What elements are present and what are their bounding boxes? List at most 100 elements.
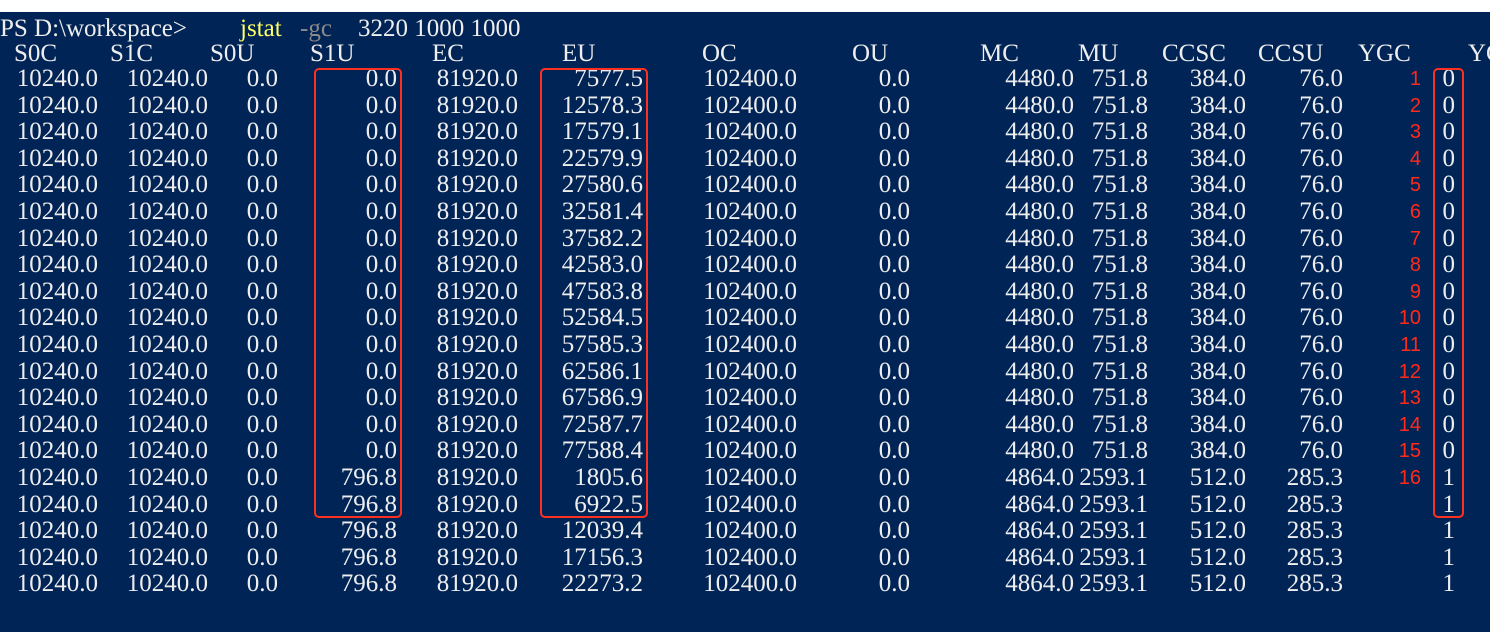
cell-ou: 0.0	[878, 251, 910, 279]
cell-mu: 751.8	[1091, 384, 1148, 412]
cell-ec: 81920.0	[436, 251, 518, 279]
table-row: 10240.0 10240.0 0.0 0.0 81920.0 62586.1 102400…	[0, 357, 1490, 386]
cell-oc: 102400.0	[703, 304, 797, 332]
column-header-yg: YG	[1468, 40, 1490, 67]
cell-mu: 2593.1	[1079, 464, 1148, 491]
cell-oc: 102400.0	[703, 357, 797, 385]
cell-ec: 81920.0	[436, 410, 518, 438]
cell-s0u: 0.0	[246, 464, 278, 491]
cell-ccsc: 384.0	[1189, 251, 1246, 279]
cell-mc: 4864.0	[1005, 517, 1074, 545]
cell-s0c: 10240.0	[16, 144, 98, 172]
column-header-mc: MC	[980, 40, 1019, 67]
cell-ccsu: 76.0	[1299, 437, 1343, 465]
cell-ec: 81920.0	[436, 543, 518, 571]
cell-ec: 81920.0	[436, 118, 518, 146]
cell-ec: 81920.0	[436, 171, 518, 199]
cell-mu: 751.8	[1091, 118, 1148, 146]
cell-ou: 0.0	[878, 224, 910, 252]
cell-s1c: 10240.0	[126, 331, 208, 358]
annotation-number: 11	[1400, 334, 1421, 356]
cell-mc: 4480.0	[1005, 331, 1074, 358]
annotation-number: 7	[1409, 227, 1421, 250]
cell-s1c: 10240.0	[126, 65, 208, 92]
cell-ccsc: 384.0	[1189, 118, 1246, 146]
cell-mc: 4480.0	[1005, 437, 1074, 465]
column-header-s0u: S0U	[210, 40, 255, 67]
cell-s0c: 10240.0	[16, 91, 98, 119]
cell-ccsu: 285.3	[1286, 543, 1343, 571]
cell-s1c: 10240.0	[126, 384, 208, 412]
cell-oc: 102400.0	[703, 543, 797, 571]
cell-oc: 102400.0	[703, 277, 797, 305]
cell-ccsc: 512.0	[1189, 543, 1246, 571]
cell-ou: 0.0	[878, 517, 910, 545]
table-row: 10240.0 10240.0 0.0 0.0 81920.0 57585.3 102400…	[0, 331, 1490, 359]
cell-s0c: 10240.0	[16, 570, 98, 598]
cell-ec: 81920.0	[436, 331, 518, 358]
cell-ec: 81920.0	[436, 198, 518, 225]
cell-eu: 17156.3	[561, 543, 643, 571]
cell-ec: 81920.0	[436, 570, 518, 598]
cell-mu: 2593.1	[1079, 517, 1148, 545]
cell-mu: 751.8	[1091, 198, 1148, 225]
cell-oc: 102400.0	[703, 464, 797, 491]
cell-mc: 4864.0	[1005, 543, 1074, 571]
column-header-mu: MU	[1078, 40, 1119, 67]
cell-ccsc: 384.0	[1189, 224, 1246, 252]
cell-oc: 102400.0	[703, 118, 797, 146]
cell-oc: 102400.0	[703, 517, 797, 545]
annotation-number: 15	[1398, 440, 1421, 463]
column-header-s1u: S1U	[310, 40, 355, 67]
cell-mc: 4864.0	[1005, 570, 1074, 598]
cell-ou: 0.0	[878, 543, 910, 571]
cell-s1c: 10240.0	[126, 118, 208, 146]
cell-ccsu: 76.0	[1299, 224, 1343, 252]
column-header-ygc: YGC	[1358, 40, 1411, 67]
cell-ou: 0.0	[878, 384, 910, 412]
table-row: 10240.0 10240.0 0.0 0.0 81920.0 77588.4 102400…	[0, 438, 1490, 465]
powershell-terminal[interactable]: PS D:\workspace> jstat -gc 3220 1000 100…	[0, 12, 1490, 632]
cell-s1c: 10240.0	[126, 543, 208, 571]
cell-mu: 2593.1	[1079, 543, 1148, 571]
cell-oc: 102400.0	[703, 384, 797, 412]
annotation-number: 2	[1409, 94, 1421, 117]
cell-s0u: 0.0	[246, 331, 278, 358]
table-row: 10240.0 10240.0 0.0 796.8 81920.0 6922.5 10240…	[0, 490, 1490, 519]
column-header-ccsu: CCSU	[1258, 40, 1324, 67]
cell-s0c: 10240.0	[16, 357, 98, 385]
cell-ec: 81920.0	[436, 65, 518, 92]
cell-s1c: 10240.0	[126, 91, 208, 119]
cell-s0u: 0.0	[246, 171, 278, 199]
annotation-number: 14	[1398, 413, 1421, 436]
cell-ec: 81920.0	[436, 464, 518, 491]
cell-ou: 0.0	[878, 118, 910, 146]
cell-mc: 4480.0	[1005, 304, 1074, 332]
cell-ccsc: 384.0	[1189, 198, 1246, 225]
cell-mc: 4480.0	[1005, 277, 1074, 305]
cell-s0u: 0.0	[246, 517, 278, 545]
cell-ccsc: 512.0	[1189, 490, 1246, 518]
cell-s0u: 0.0	[246, 144, 278, 172]
cell-ou: 0.0	[878, 171, 910, 199]
table-row: 10240.0 10240.0 0.0 0.0 81920.0 52584.5 102400…	[0, 305, 1490, 332]
cell-mc: 4480.0	[1005, 357, 1074, 385]
cell-s0c: 10240.0	[16, 171, 98, 199]
cell-s1c: 10240.0	[126, 277, 208, 305]
cell-mu: 2593.1	[1079, 490, 1148, 518]
cell-s0c: 10240.0	[16, 464, 98, 491]
cell-ou: 0.0	[878, 410, 910, 438]
cell-ccsu: 76.0	[1299, 277, 1343, 305]
cell-ccsu: 285.3	[1286, 570, 1343, 598]
annotation-number: 3	[1409, 121, 1421, 144]
cell-oc: 102400.0	[703, 198, 797, 225]
cell-ccsu: 76.0	[1299, 251, 1343, 279]
cell-ccsu: 76.0	[1299, 171, 1343, 199]
cell-mc: 4480.0	[1005, 91, 1074, 119]
table-row: 10240.0 10240.0 0.0 0.0 81920.0 37582.2 102400…	[0, 224, 1490, 253]
cell-s1c: 10240.0	[126, 437, 208, 465]
cell-s0u: 0.0	[246, 118, 278, 146]
annotation-number: 4	[1409, 147, 1421, 170]
table-row: 10240.0 10240.0 0.0 0.0 81920.0 72587.7 102400…	[0, 410, 1490, 439]
table-row: 10240.0 10240.0 0.0 796.8 81920.0 22273.2 1024…	[0, 571, 1490, 598]
